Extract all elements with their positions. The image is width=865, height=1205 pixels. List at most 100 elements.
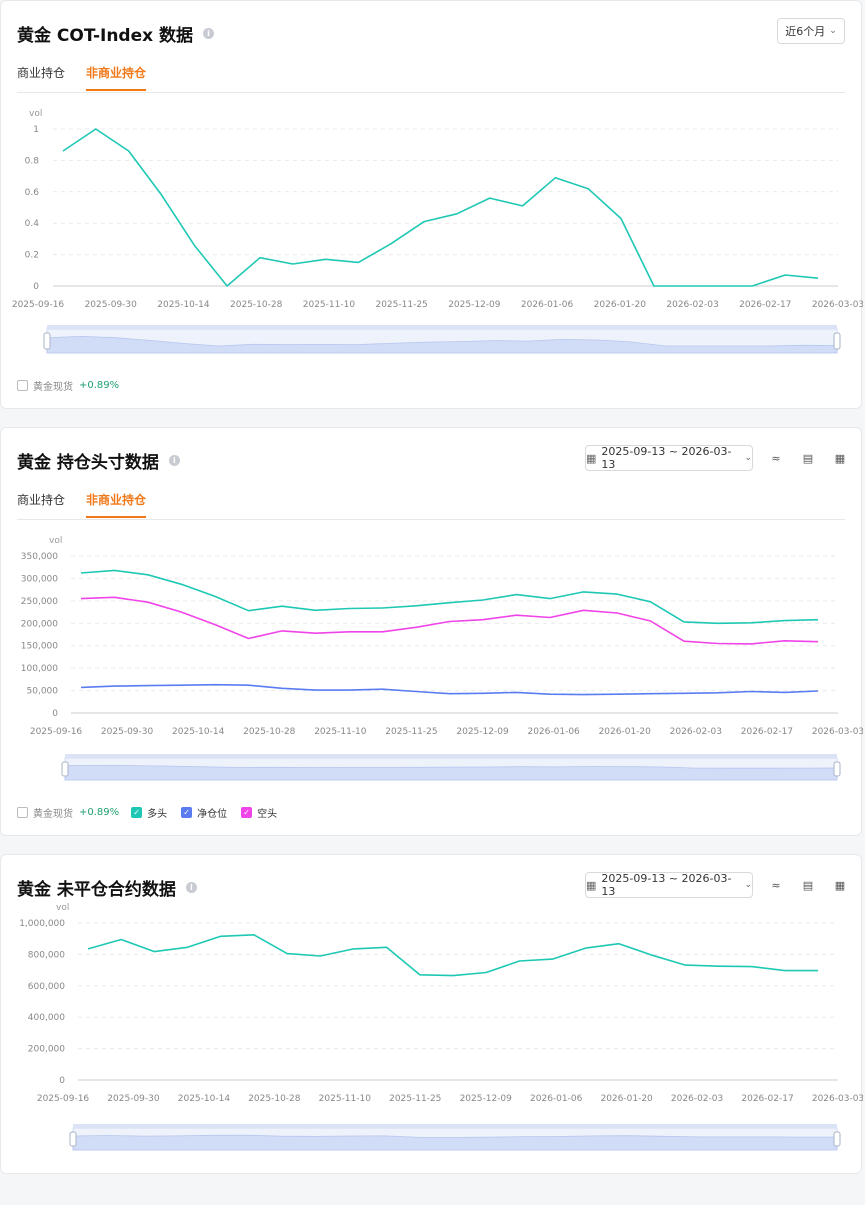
- data-point[interactable]: [146, 684, 150, 688]
- data-point[interactable]: [119, 937, 123, 941]
- net-checkbox[interactable]: ✓: [181, 807, 193, 818]
- data-point[interactable]: [649, 692, 653, 696]
- data-point[interactable]: [258, 256, 262, 260]
- data-point[interactable]: [718, 284, 722, 288]
- data-point[interactable]: [351, 947, 355, 951]
- data-point[interactable]: [381, 687, 385, 691]
- data-point[interactable]: [586, 187, 590, 191]
- zoom-slider-handle[interactable]: [833, 761, 841, 777]
- spot-checkbox[interactable]: [17, 807, 28, 818]
- data-point[interactable]: [389, 242, 393, 246]
- data-point[interactable]: [548, 615, 552, 619]
- info-icon[interactable]: i: [185, 882, 197, 893]
- data-point[interactable]: [213, 594, 217, 598]
- data-point[interactable]: [247, 609, 251, 613]
- data-point[interactable]: [180, 683, 184, 687]
- data-point[interactable]: [683, 963, 687, 967]
- info-icon[interactable]: i: [203, 28, 215, 39]
- zoom-slider-bar[interactable]: [47, 325, 837, 329]
- data-point[interactable]: [146, 573, 150, 577]
- data-point[interactable]: [180, 582, 184, 586]
- data-point[interactable]: [219, 934, 223, 938]
- data-point[interactable]: [548, 597, 552, 601]
- data-point[interactable]: [685, 284, 689, 288]
- data-point[interactable]: [617, 942, 621, 946]
- data-point[interactable]: [582, 608, 586, 612]
- data-point[interactable]: [517, 959, 521, 963]
- data-point[interactable]: [186, 945, 190, 949]
- data-point[interactable]: [79, 597, 83, 601]
- tab-non-commercial[interactable]: 非商业持仓: [86, 491, 147, 518]
- data-point[interactable]: [521, 204, 525, 208]
- data-point[interactable]: [682, 620, 686, 624]
- data-point[interactable]: [816, 618, 820, 622]
- data-point[interactable]: [783, 690, 787, 694]
- data-point[interactable]: [749, 621, 753, 625]
- data-point[interactable]: [247, 683, 251, 687]
- data-point[interactable]: [448, 619, 452, 623]
- data-point[interactable]: [314, 608, 318, 612]
- data-point[interactable]: [127, 149, 131, 153]
- data-point[interactable]: [347, 630, 351, 634]
- tab-non-commercial[interactable]: 非商业持仓: [86, 64, 147, 91]
- data-point[interactable]: [649, 600, 653, 604]
- data-point[interactable]: [291, 262, 295, 266]
- short-checkbox[interactable]: ✓: [241, 807, 253, 818]
- data-point[interactable]: [448, 692, 452, 696]
- data-point[interactable]: [192, 243, 196, 247]
- data-point[interactable]: [548, 692, 552, 696]
- tab-commercial[interactable]: 商业持仓: [17, 491, 65, 516]
- data-point[interactable]: [716, 691, 720, 695]
- date-range-picker[interactable]: ▦ 2025-09-13 ~ 2026-03-13 ⌄: [585, 445, 753, 471]
- data-point[interactable]: [113, 595, 117, 599]
- data-point[interactable]: [280, 604, 284, 608]
- data-point[interactable]: [225, 284, 229, 288]
- zoom-slider-bar[interactable]: [65, 754, 837, 758]
- data-point[interactable]: [682, 639, 686, 643]
- data-point[interactable]: [783, 639, 787, 643]
- data-point[interactable]: [783, 969, 787, 973]
- data-point[interactable]: [481, 691, 485, 695]
- data-point[interactable]: [749, 642, 753, 646]
- data-point[interactable]: [615, 692, 619, 696]
- data-point[interactable]: [247, 637, 251, 641]
- data-point[interactable]: [650, 953, 654, 957]
- data-point[interactable]: [86, 947, 90, 951]
- data-point[interactable]: [381, 630, 385, 634]
- data-point[interactable]: [324, 257, 328, 261]
- data-point[interactable]: [280, 686, 284, 690]
- data-point[interactable]: [551, 957, 555, 961]
- spot-checkbox[interactable]: [17, 380, 28, 391]
- data-point[interactable]: [816, 640, 820, 644]
- data-point[interactable]: [381, 606, 385, 610]
- data-point[interactable]: [213, 623, 217, 627]
- data-point[interactable]: [515, 690, 519, 694]
- data-point[interactable]: [481, 598, 485, 602]
- data-point[interactable]: [79, 685, 83, 689]
- data-point[interactable]: [481, 618, 485, 622]
- data-point[interactable]: [347, 688, 351, 692]
- table-icon[interactable]: ▦: [833, 452, 847, 466]
- data-point[interactable]: [347, 606, 351, 610]
- data-point[interactable]: [180, 610, 184, 614]
- data-point[interactable]: [422, 220, 426, 224]
- zoom-slider-handle[interactable]: [833, 332, 841, 350]
- data-point[interactable]: [414, 689, 418, 693]
- zoom-slider-bar[interactable]: [73, 1124, 837, 1128]
- data-point[interactable]: [314, 631, 318, 635]
- long-checkbox[interactable]: ✓: [131, 807, 143, 818]
- data-point[interactable]: [385, 945, 389, 949]
- line-chart-icon[interactable]: ≈: [769, 452, 783, 466]
- zoom-slider-handle[interactable]: [69, 1131, 77, 1147]
- data-point[interactable]: [716, 964, 720, 968]
- data-point[interactable]: [553, 176, 557, 180]
- data-point[interactable]: [652, 284, 656, 288]
- data-point[interactable]: [515, 613, 519, 617]
- data-point[interactable]: [61, 149, 65, 153]
- period-select[interactable]: 近6个月 ⌄: [777, 18, 845, 44]
- data-point[interactable]: [615, 592, 619, 596]
- data-point[interactable]: [816, 969, 820, 973]
- data-point[interactable]: [79, 571, 83, 575]
- data-point[interactable]: [783, 273, 787, 277]
- data-point[interactable]: [159, 193, 163, 197]
